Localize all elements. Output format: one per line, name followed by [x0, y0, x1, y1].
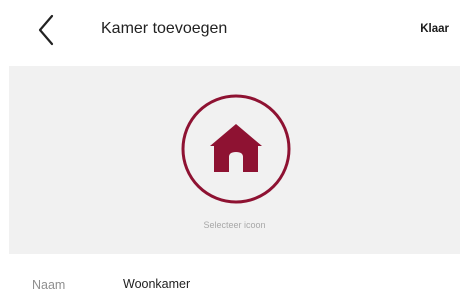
select-icon-button[interactable]	[180, 93, 292, 205]
room-name-input[interactable]	[119, 274, 447, 294]
name-label: Naam	[32, 278, 66, 292]
back-button[interactable]	[30, 12, 66, 48]
done-button[interactable]: Klaar	[420, 21, 449, 37]
header: Kamer toevoegen Klaar	[0, 0, 467, 64]
house-icon	[210, 124, 262, 172]
icon-panel: Selecteer icoon	[9, 66, 460, 254]
page-title: Kamer toevoegen	[101, 20, 228, 37]
chevron-left-icon	[38, 14, 54, 46]
select-icon-caption: Selecteer icoon	[203, 220, 266, 230]
name-row: Naam	[0, 254, 467, 294]
